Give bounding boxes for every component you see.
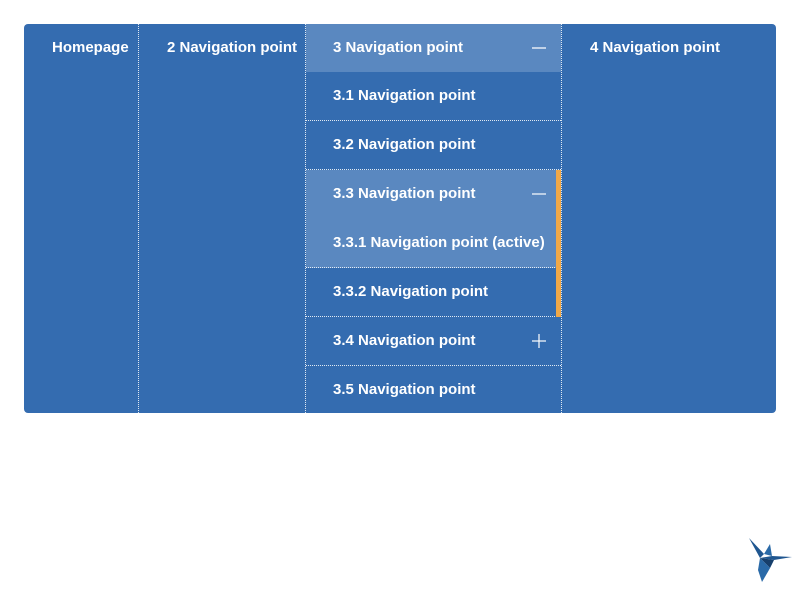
- minus-icon[interactable]: [531, 170, 547, 218]
- nav-item-3-3-2[interactable]: 3.3.2 Navigation point: [306, 268, 561, 317]
- nav-item-3-submenu: 3.1 Navigation point 3.2 Navigation poin…: [306, 72, 561, 413]
- plus-icon[interactable]: [531, 317, 547, 365]
- nav-item-3-5[interactable]: 3.5 Navigation point: [306, 366, 561, 413]
- nav-item-3-4-label: 3.4 Navigation point: [333, 332, 476, 349]
- nav-item-3-3-1-active[interactable]: 3.3.1 Navigation point (active): [306, 219, 561, 268]
- nav-item-3-1-label: 3.1 Navigation point: [333, 87, 476, 104]
- nav-item-3-1[interactable]: 3.1 Navigation point: [306, 72, 561, 121]
- nav-item-3-5-label: 3.5 Navigation point: [333, 381, 476, 398]
- nav-item-3-2-label: 3.2 Navigation point: [333, 136, 476, 153]
- hummingbird-logo-icon: [746, 536, 794, 584]
- nav-item-4[interactable]: 4 Navigation point: [562, 24, 776, 72]
- minus-icon[interactable]: [531, 24, 547, 72]
- nav-item-3-2[interactable]: 3.2 Navigation point: [306, 121, 561, 170]
- nav-item-3-3[interactable]: 3.3 Navigation point: [306, 170, 561, 220]
- nav-column-home: Homepage: [24, 24, 139, 413]
- nav-item-homepage[interactable]: Homepage: [24, 24, 138, 72]
- nav-item-3-label: 3 Navigation point: [333, 39, 464, 56]
- nav-item-2[interactable]: 2 Navigation point: [139, 24, 305, 72]
- nav-item-3-3-1-label: 3.3.1 Navigation point (active): [333, 234, 545, 251]
- nav-column-3: 3 Navigation point 3.1 Navigation point …: [306, 24, 562, 413]
- nav-column-2: 2 Navigation point: [139, 24, 306, 413]
- nav-column-4: 4 Navigation point: [562, 24, 776, 413]
- nav-item-3-4[interactable]: 3.4 Navigation point: [306, 317, 561, 366]
- nav-item-3-3-label: 3.3 Navigation point: [333, 185, 476, 202]
- nav-item-3-3-2-label: 3.3.2 Navigation point: [333, 283, 489, 300]
- main-navigation: Homepage 2 Navigation point 3 Navigation…: [24, 24, 776, 413]
- nav-item-3[interactable]: 3 Navigation point: [306, 24, 561, 72]
